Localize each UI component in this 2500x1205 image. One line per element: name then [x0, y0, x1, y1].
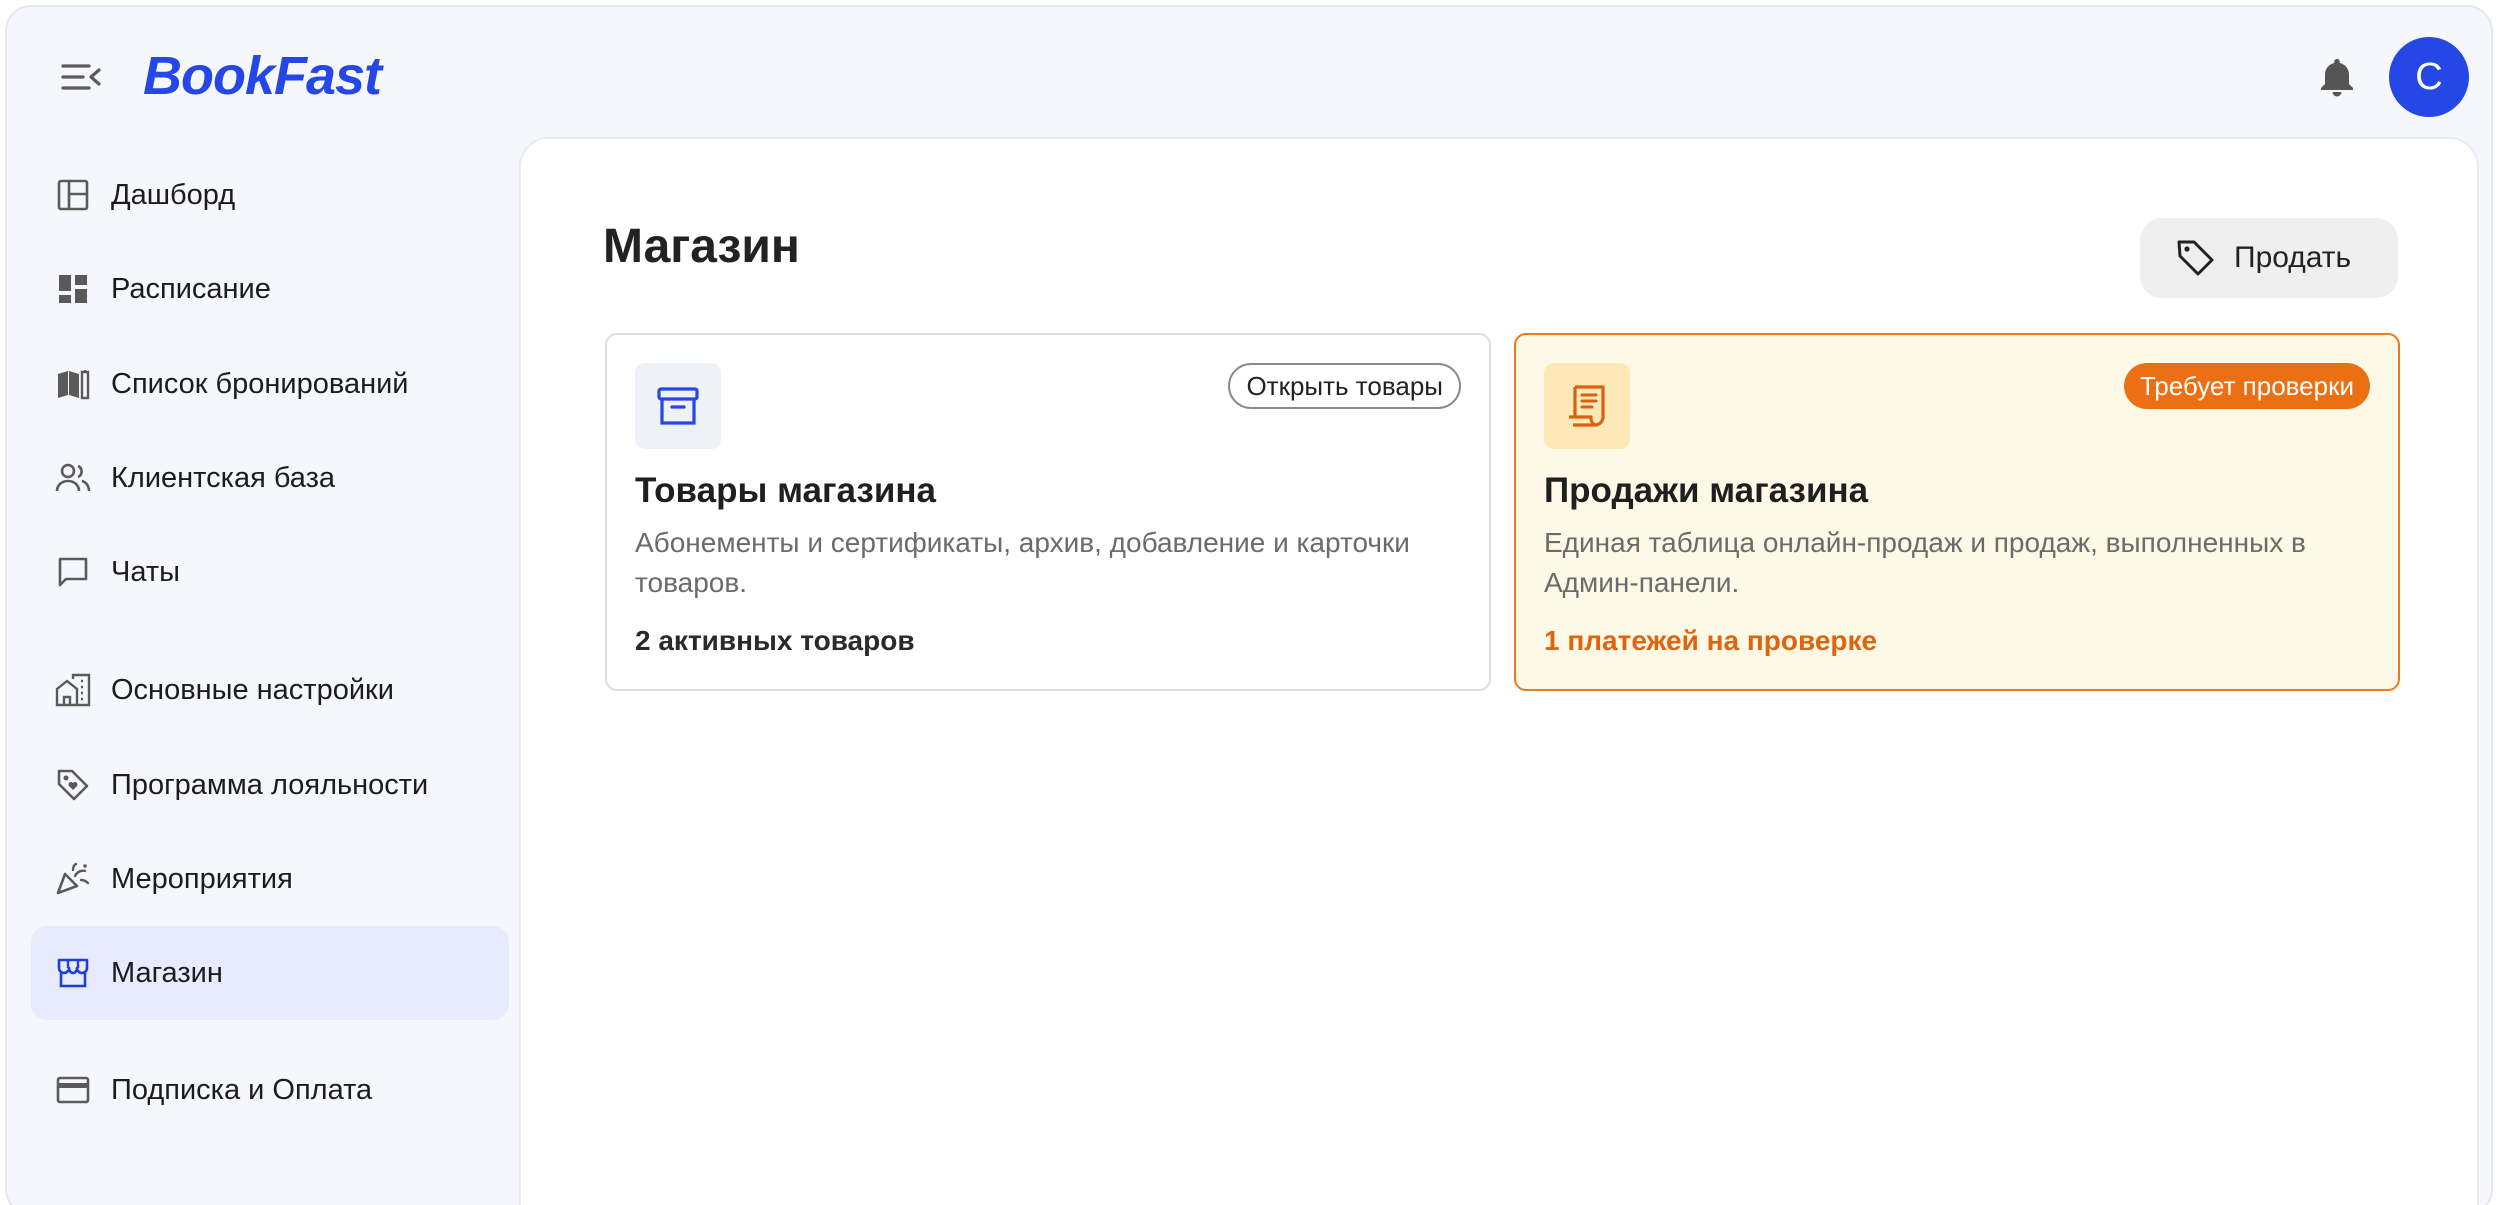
sidebar-item-store[interactable]: Магазин	[31, 926, 509, 1020]
sidebar-item-chats[interactable]: Чаты	[31, 525, 509, 619]
menu-collapse-icon	[61, 64, 101, 90]
app-logo[interactable]: BookFast	[143, 43, 382, 109]
store-goods-card[interactable]: Открыть товары Товары магазина Абонемент…	[605, 333, 1491, 691]
open-goods-chip[interactable]: Открыть товары	[1228, 363, 1461, 409]
pending-payments-count: 1 платежей на проверке	[1544, 625, 1878, 656]
main-panel: Магазин Продать Открыть товары Товары ма…	[519, 137, 2479, 1205]
avatar-initial: C	[2415, 55, 2443, 98]
sidebar-item-bookings[interactable]: Список бронирований	[31, 337, 509, 431]
notifications-button[interactable]	[2315, 55, 2359, 99]
receipt-icon	[1544, 363, 1630, 449]
page-title: Магазин	[603, 220, 800, 273]
sidebar-item-label: Клиентская база	[111, 461, 335, 494]
app-frame: BookFast C Дашборд Расписание Список бро…	[5, 5, 2493, 1205]
sidebar-item-label: Мероприятия	[111, 862, 293, 895]
active-goods-count: 2 активных товаров	[635, 625, 915, 656]
building-settings-icon	[55, 672, 91, 708]
sidebar-item-label: Чаты	[111, 555, 180, 588]
schedule-grid-icon	[55, 271, 91, 307]
sidebar-item-events[interactable]: Мероприятия	[31, 832, 509, 926]
credit-card-icon	[55, 1072, 91, 1108]
sidebar-item-label: Программа лояльности	[111, 768, 429, 801]
card-description: Абонементы и сертификаты, архив, добавле…	[635, 527, 1410, 598]
party-popper-icon	[55, 861, 91, 897]
sidebar-item-schedule[interactable]: Расписание	[31, 242, 509, 336]
sell-button[interactable]: Продать	[2140, 218, 2398, 298]
user-avatar[interactable]: C	[2389, 37, 2469, 117]
sell-button-label: Продать	[2234, 241, 2352, 274]
price-tag-icon	[2177, 240, 2214, 276]
needs-review-badge[interactable]: Требует проверки	[2123, 363, 2370, 409]
sidebar-item-settings[interactable]: Основные настройки	[31, 643, 509, 737]
sidebar-item-loyalty[interactable]: Программа лояльности	[31, 738, 509, 832]
bookings-list-icon	[55, 366, 91, 402]
sidebar-item-label: Подписка и Оплата	[111, 1073, 373, 1106]
archive-box-icon	[635, 363, 721, 449]
sidebar-item-subscription[interactable]: Подписка и Оплата	[31, 1043, 509, 1137]
sidebar-item-label: Основные настройки	[111, 673, 394, 706]
dashboard-icon	[55, 177, 91, 213]
chat-icon	[55, 554, 91, 590]
sidebar-item-dashboard[interactable]: Дашборд	[31, 148, 509, 242]
clients-icon	[55, 460, 91, 496]
card-description: Единая таблица онлайн-продаж и продаж, в…	[1544, 527, 2306, 598]
store-sales-card[interactable]: Требует проверки Продажи магазина Единая…	[1514, 333, 2400, 691]
sidebar-item-label: Расписание	[111, 272, 271, 305]
sidebar-item-label: Магазин	[111, 956, 223, 989]
loyalty-tag-icon	[55, 767, 91, 803]
collapse-menu-button[interactable]	[59, 59, 103, 95]
sidebar-item-clients[interactable]: Клиентская база	[31, 431, 509, 525]
logo-text: BookFast	[143, 46, 382, 106]
card-title: Товары магазина	[635, 471, 936, 510]
sidebar-item-label: Дашборд	[111, 178, 236, 211]
sidebar-item-label: Список бронирований	[111, 367, 409, 400]
card-title: Продажи магазина	[1544, 471, 1869, 510]
store-icon	[55, 955, 91, 991]
bell-icon	[2321, 59, 2353, 97]
